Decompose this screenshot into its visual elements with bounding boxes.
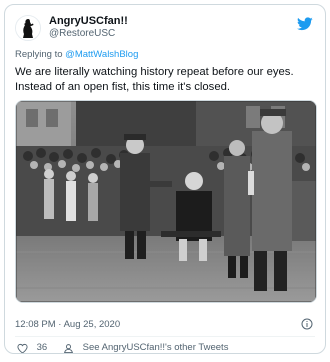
heart-icon[interactable]	[17, 343, 28, 354]
like-count: 36	[36, 342, 48, 353]
twitter-bird-icon[interactable]	[297, 17, 313, 31]
person-icon	[64, 343, 73, 353]
tweet-timestamp[interactable]: 12:08 PM · Aug 25, 2020	[15, 319, 120, 331]
see-other-tweets-link[interactable]: See AngryUSCfan!!'s other Tweets	[63, 341, 229, 353]
tweet-photo[interactable]	[15, 100, 317, 303]
tweet-text-line-2: Instead of an open fist, this time it's …	[15, 81, 231, 93]
user-block[interactable]: AngryUSCfan!! @RestoreUSC	[49, 15, 128, 40]
display-name[interactable]: AngryUSCfan!!	[49, 15, 128, 28]
info-icon[interactable]	[301, 318, 313, 330]
avatar[interactable]	[15, 15, 41, 41]
reply-to-link[interactable]: @MattWalshBlog	[65, 49, 138, 60]
reply-context: Replying to @MattWalshBlog	[15, 49, 138, 61]
historical-photo-image	[16, 101, 316, 302]
tweet-actions: 36 See AngryUSCfan!!'s other Tweets	[15, 341, 315, 354]
tweet-header: AngryUSCfan!! @RestoreUSC	[5, 5, 325, 45]
user-handle[interactable]: @RestoreUSC	[49, 28, 128, 40]
reply-prefix: Replying to	[15, 49, 63, 60]
avatar-silhouette-icon	[16, 16, 40, 40]
tweet-text-line-1: We are literally watching history repeat…	[15, 66, 294, 78]
profile-link-label[interactable]: See AngryUSCfan!!'s other Tweets	[83, 341, 229, 353]
embedded-tweet-card[interactable]: AngryUSCfan!! @RestoreUSC Replying to @M…	[4, 4, 326, 354]
tweet-text: We are literally watching history repeat…	[15, 65, 315, 95]
like-button[interactable]: 36	[17, 341, 48, 354]
divider	[15, 336, 315, 337]
